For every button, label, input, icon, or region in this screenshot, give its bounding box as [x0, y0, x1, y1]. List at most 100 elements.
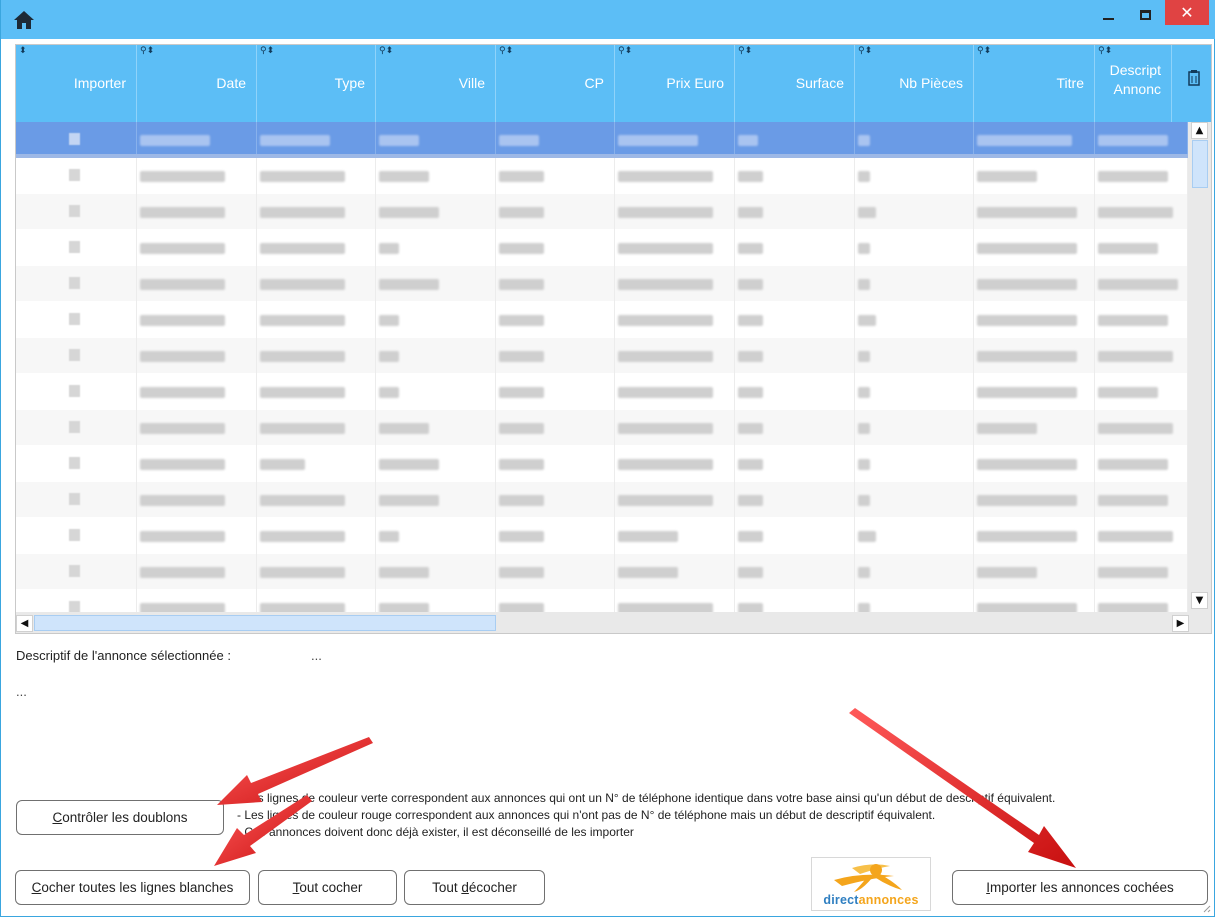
table-row[interactable]: [16, 410, 1188, 446]
redacted-value: [260, 423, 345, 434]
table-row[interactable]: [16, 194, 1188, 230]
home-icon[interactable]: [13, 10, 35, 30]
table-row[interactable]: [16, 338, 1188, 374]
directannonces-logo: directannonces: [811, 857, 931, 911]
column-header[interactable]: ⬍ Importer: [16, 45, 137, 122]
table-row[interactable]: [16, 158, 1188, 194]
logo-text-direct: direct: [823, 893, 859, 907]
import-checkbox[interactable]: [69, 133, 80, 145]
maximize-button[interactable]: [1127, 0, 1163, 29]
vertical-scroll-thumb[interactable]: [1192, 140, 1208, 188]
import-checkbox-cell[interactable]: [16, 122, 137, 158]
import-checkbox[interactable]: [69, 421, 80, 433]
import-checkbox-cell[interactable]: [16, 590, 137, 612]
column-header[interactable]: ⚲⬍ Prix Euro: [615, 45, 735, 122]
filter-sort-icon[interactable]: ⚲⬍: [618, 46, 632, 56]
table-cell: [496, 518, 615, 554]
column-header[interactable]: ⚲⬍ Surface: [735, 45, 855, 122]
table-cell: [1095, 518, 1188, 554]
scroll-left-icon[interactable]: ◀: [16, 615, 33, 632]
table-row[interactable]: [16, 482, 1188, 518]
column-header[interactable]: ⚲⬍ Date: [137, 45, 257, 122]
horizontal-scrollbar[interactable]: ◀ ▶: [16, 612, 1211, 633]
filter-sort-icon[interactable]: ⚲⬍: [140, 46, 154, 56]
check-duplicates-button[interactable]: Contrôler les doublons: [16, 800, 224, 835]
redacted-value: [260, 567, 345, 578]
redacted-value: [260, 459, 305, 470]
import-checkbox-cell[interactable]: [16, 158, 137, 194]
table-row[interactable]: [16, 266, 1188, 302]
import-checkbox-cell[interactable]: [16, 194, 137, 230]
import-checkbox-cell[interactable]: [16, 518, 137, 554]
import-checkbox[interactable]: [69, 529, 80, 541]
filter-sort-icon[interactable]: ⚲⬍: [858, 46, 872, 56]
table-cell: [855, 122, 974, 158]
redacted-value: [977, 567, 1037, 578]
check-all-button[interactable]: Tout cocher: [258, 870, 397, 905]
import-checkbox-cell[interactable]: [16, 410, 137, 446]
import-checkbox[interactable]: [69, 313, 80, 325]
import-checkbox[interactable]: [69, 349, 80, 361]
column-header[interactable]: ⚲⬍ Nb Pièces: [855, 45, 974, 122]
import-checkbox[interactable]: [69, 565, 80, 577]
check-white-rows-button[interactable]: Cocher toutes les lignes blanches: [15, 870, 250, 905]
import-checkbox[interactable]: [69, 241, 80, 253]
import-checkbox[interactable]: [69, 169, 80, 181]
scroll-up-icon[interactable]: ▲: [1191, 122, 1208, 139]
import-checkbox[interactable]: [69, 457, 80, 469]
table-row[interactable]: [16, 518, 1188, 554]
filter-sort-icon[interactable]: ⚲⬍: [499, 46, 513, 56]
table-row[interactable]: [16, 122, 1188, 158]
table-row[interactable]: [16, 554, 1188, 590]
import-checkbox[interactable]: [69, 385, 80, 397]
filter-sort-icon[interactable]: ⚲⬍: [977, 46, 991, 56]
table-cell: [257, 518, 376, 554]
table-row[interactable]: [16, 302, 1188, 338]
grid-body[interactable]: [16, 122, 1188, 612]
table-row[interactable]: [16, 446, 1188, 482]
column-header[interactable]: ⚲⬍ Type: [257, 45, 376, 122]
import-checkbox-cell[interactable]: [16, 338, 137, 374]
scroll-down-icon[interactable]: ▼: [1191, 592, 1208, 609]
import-checkbox[interactable]: [69, 205, 80, 217]
column-header[interactable]: ⚲⬍ Descript Annonc: [1095, 45, 1172, 122]
redacted-value: [977, 207, 1077, 218]
import-checkbox[interactable]: [69, 493, 80, 505]
import-checkbox-cell[interactable]: [16, 302, 137, 338]
import-checkbox-cell[interactable]: [16, 266, 137, 302]
import-checkbox[interactable]: [69, 601, 80, 612]
import-checkbox-cell[interactable]: [16, 230, 137, 266]
close-button[interactable]: ✕: [1165, 0, 1209, 25]
filter-sort-icon[interactable]: ⚲⬍: [260, 46, 274, 56]
table-row[interactable]: [16, 230, 1188, 266]
table-cell: [735, 122, 855, 158]
minimize-button[interactable]: [1090, 0, 1126, 29]
redacted-value: [618, 531, 678, 542]
table-cell: [376, 338, 496, 374]
resize-grip-icon[interactable]: [1201, 903, 1211, 913]
uncheck-all-button[interactable]: Tout décocher: [404, 870, 545, 905]
table-cell: [855, 194, 974, 230]
horizontal-scroll-thumb[interactable]: [34, 615, 496, 631]
column-header[interactable]: ⚲⬍ Titre: [974, 45, 1095, 122]
filter-sort-icon[interactable]: ⚲⬍: [379, 46, 393, 56]
table-cell: [974, 158, 1095, 194]
column-header[interactable]: ⚲⬍ Ville: [376, 45, 496, 122]
import-checkbox[interactable]: [69, 277, 80, 289]
filter-sort-icon[interactable]: ⚲⬍: [738, 46, 752, 56]
filter-sort-icon[interactable]: ⚲⬍: [1098, 46, 1112, 56]
table-row[interactable]: [16, 374, 1188, 410]
import-checked-button[interactable]: Importer les annonces cochées: [952, 870, 1208, 905]
import-checkbox-cell[interactable]: [16, 554, 137, 590]
import-checkbox-cell[interactable]: [16, 482, 137, 518]
table-row[interactable]: [16, 590, 1188, 612]
vertical-scrollbar[interactable]: ▲ ▼: [1188, 122, 1211, 612]
column-header-label: Nb Pièces: [899, 75, 963, 91]
import-checkbox-cell[interactable]: [16, 374, 137, 410]
import-checkbox-cell[interactable]: [16, 446, 137, 482]
sort-icon[interactable]: ⬍: [19, 46, 27, 56]
scroll-right-icon[interactable]: ▶: [1172, 615, 1189, 632]
column-header[interactable]: ⚲⬍ CP: [496, 45, 615, 122]
table-cell: [974, 302, 1095, 338]
column-picker-icon[interactable]: [1188, 70, 1200, 86]
